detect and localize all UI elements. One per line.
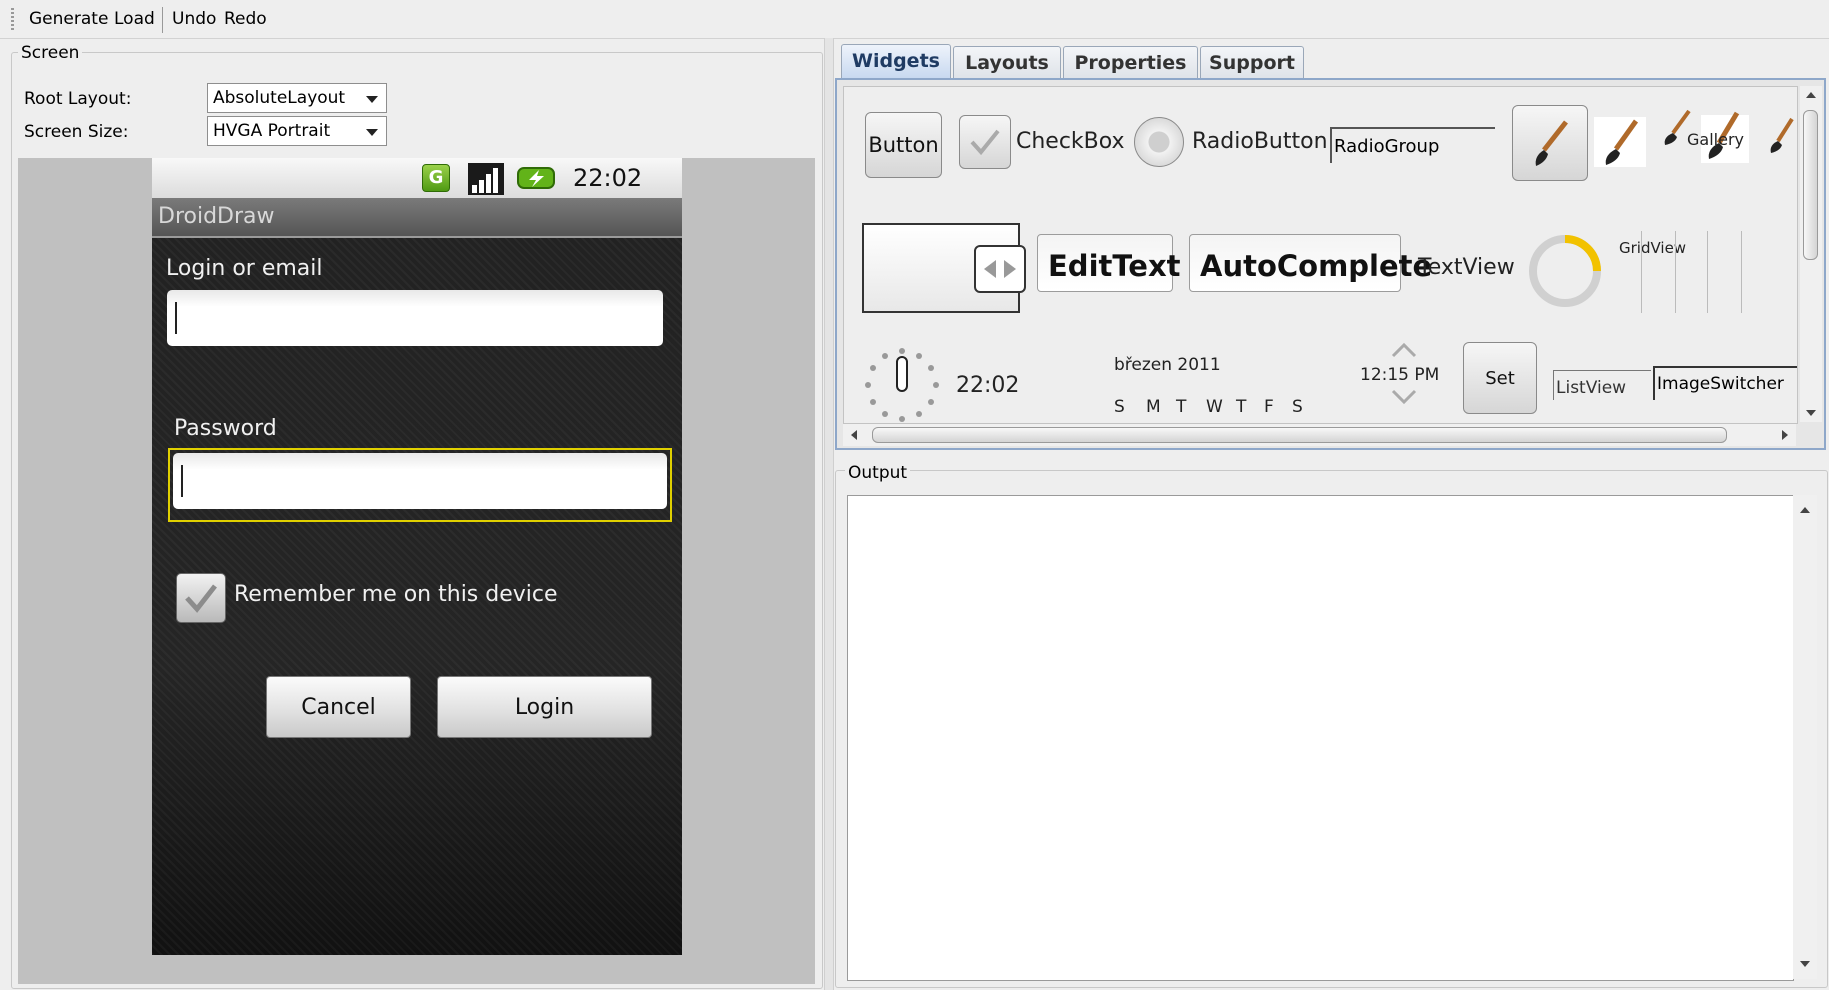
widget-digitalclock[interactable]: 22:02: [956, 373, 1019, 398]
screen-size-label: Screen Size:: [24, 122, 129, 142]
paintbrush-icon: [1535, 120, 1568, 166]
app-content: Login or email Password Remember me on t…: [152, 238, 682, 955]
scroll-thumb[interactable]: [1803, 110, 1818, 260]
widget-radiogroup-label: RadioGroup: [1334, 136, 1440, 157]
output-textarea[interactable]: [847, 495, 1794, 981]
phone-preview[interactable]: G 22:02 DroidDraw Login or email Passwor…: [152, 158, 682, 955]
widget-palette: Button CheckBox RadioButton RadioGroup G…: [843, 86, 1798, 424]
widget-listview[interactable]: ListView: [1553, 370, 1651, 400]
panel-splitter[interactable]: [824, 38, 834, 990]
widget-datepicker[interactable]: březen 2011 S M T W T F S: [1114, 355, 1334, 423]
status-time: 22:02: [573, 164, 643, 192]
checkmark-icon: [185, 584, 217, 613]
analog-clock-icon[interactable]: [862, 345, 942, 424]
progress-spinner-icon[interactable]: [1525, 231, 1605, 311]
generate-button[interactable]: Generate: [29, 9, 108, 29]
widget-radiobutton[interactable]: [1134, 117, 1184, 167]
widget-checkbox-label[interactable]: CheckBox: [1016, 129, 1125, 154]
login-label: Login or email: [166, 256, 323, 281]
calendar-day: T: [1236, 397, 1247, 417]
screen-size-select[interactable]: HVGA Portrait: [207, 116, 387, 146]
toolbar: Generate Load Undo Redo: [0, 0, 1829, 39]
text-cursor: [175, 302, 177, 334]
login-input[interactable]: [167, 290, 663, 346]
root-layout-value: AbsoluteLayout: [213, 88, 346, 108]
toolbar-grip[interactable]: [11, 8, 14, 32]
widget-timepicker[interactable]: 12:15 PM: [1360, 365, 1439, 385]
paintbrush-icon[interactable]: [1594, 117, 1646, 167]
scroll-right-icon[interactable]: [1782, 430, 1788, 440]
scroll-down-icon[interactable]: [1806, 410, 1816, 416]
widget-spinner-handle: [974, 245, 1026, 293]
widget-textview[interactable]: TextView: [1418, 255, 1515, 280]
widget-imageswitcher-label: ImageSwitcher: [1657, 374, 1784, 394]
tab-support[interactable]: Support: [1200, 46, 1304, 78]
widget-autocomplete[interactable]: AutoComplete: [1189, 234, 1432, 292]
scroll-left-icon[interactable]: [851, 430, 857, 440]
screen-size-value: HVGA Portrait: [213, 121, 331, 141]
signal-icon: [468, 163, 504, 195]
scroll-down-icon[interactable]: [1800, 961, 1810, 967]
calendar-month: březen 2011: [1114, 355, 1221, 375]
scroll-up-icon[interactable]: [1800, 507, 1810, 513]
app-title-bar: DroidDraw: [152, 198, 682, 238]
output-panel-title: Output: [845, 463, 911, 483]
widget-button[interactable]: Button: [865, 112, 942, 178]
android-status-bar: G 22:02: [152, 158, 682, 198]
widget-imagebutton[interactable]: [1512, 105, 1588, 181]
calendar-day: F: [1264, 397, 1274, 417]
tab-widgets[interactable]: Widgets: [841, 44, 951, 78]
calendar-day: S: [1292, 397, 1303, 417]
login-button[interactable]: Login: [437, 676, 652, 738]
calendar-day: T: [1176, 397, 1187, 417]
remember-label: Remember me on this device: [234, 582, 558, 607]
widget-set-button[interactable]: Set: [1463, 342, 1537, 414]
widget-edittext[interactable]: EditText: [1037, 234, 1181, 292]
password-label: Password: [174, 416, 277, 441]
screen-panel-title: Screen: [18, 43, 83, 63]
chevron-down-icon[interactable]: [1389, 387, 1419, 407]
widget-gridview[interactable]: [1641, 231, 1771, 313]
root-layout-select[interactable]: AbsoluteLayout: [207, 83, 387, 113]
cancel-button[interactable]: Cancel: [266, 676, 411, 738]
widget-scrollview[interactable]: [862, 223, 1026, 313]
widget-radiogroup[interactable]: RadioGroup: [1330, 127, 1495, 163]
tab-properties[interactable]: Properties: [1063, 46, 1198, 78]
undo-button[interactable]: Undo: [172, 9, 216, 29]
widgets-panel: Button CheckBox RadioButton RadioGroup G…: [835, 78, 1826, 450]
checkmark-icon: [970, 129, 1000, 156]
toolbar-separator: [162, 7, 163, 33]
chevron-down-icon: [366, 129, 378, 136]
widget-radiobutton-label[interactable]: RadioButton: [1192, 129, 1328, 154]
scroll-thumb[interactable]: [872, 427, 1727, 443]
left-right-arrow-icon: [984, 260, 1016, 278]
scroll-up-icon[interactable]: [1806, 92, 1816, 98]
chevron-up-icon[interactable]: [1389, 340, 1419, 360]
output-vertical-scrollbar[interactable]: [1793, 495, 1817, 979]
remember-checkbox[interactable]: [176, 573, 226, 623]
load-button[interactable]: Load: [114, 9, 155, 29]
widget-listview-label: ListView: [1556, 378, 1627, 398]
calendar-day: W: [1206, 397, 1223, 417]
battery-charging-icon: [517, 167, 555, 189]
widgets-horizontal-scrollbar[interactable]: [843, 424, 1796, 446]
widget-gallery-label: Gallery: [1687, 130, 1744, 149]
app-title: DroidDraw: [158, 204, 275, 229]
widget-autocomplete-label: AutoComplete: [1200, 249, 1433, 283]
gprs-icon: G: [422, 164, 450, 192]
root-layout-label: Root Layout:: [24, 89, 132, 109]
chevron-down-icon: [366, 96, 378, 103]
widget-checkbox[interactable]: [959, 115, 1011, 169]
widgets-vertical-scrollbar[interactable]: [1800, 86, 1822, 422]
widget-imageswitcher[interactable]: ImageSwitcher: [1653, 366, 1797, 400]
calendar-day: S: [1114, 397, 1125, 417]
text-cursor: [181, 465, 183, 497]
paintbrush-icon[interactable]: [1766, 115, 1796, 155]
redo-button[interactable]: Redo: [224, 9, 267, 29]
calendar-day: M: [1146, 397, 1161, 417]
widget-edittext-label: EditText: [1048, 249, 1181, 283]
password-input[interactable]: [173, 453, 667, 509]
tab-layouts[interactable]: Layouts: [953, 46, 1061, 78]
